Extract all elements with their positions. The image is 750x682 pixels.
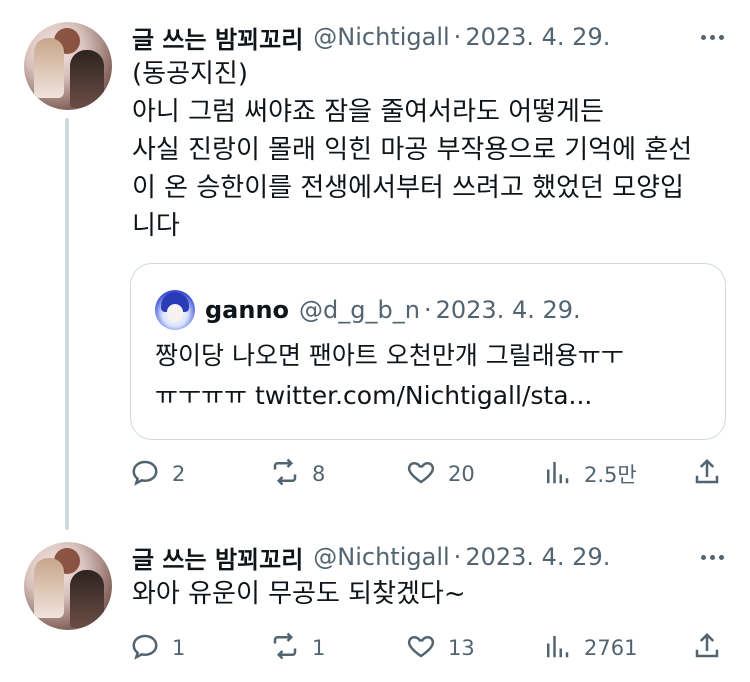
tweet-date[interactable]: 2023. 4. 29. <box>465 543 610 571</box>
retweet-count: 8 <box>312 462 326 486</box>
views-button[interactable]: 2.5만 <box>542 454 637 494</box>
heart-icon <box>406 457 436 492</box>
retweet-button[interactable]: 8 <box>270 454 325 494</box>
tweet-header: 글 쓰는 밤꾀꼬리 @Nichtigall · 2023. 4. 29. <box>132 17 730 57</box>
more-icon[interactable] <box>701 537 724 577</box>
author-name[interactable]: 글 쓰는 밤꾀꼬리 <box>132 20 303 55</box>
reply-icon <box>130 631 160 666</box>
quote-date: 2023. 4. 29. <box>435 296 581 324</box>
tweet[interactable]: 글 쓰는 밤꾀꼬리 @Nichtigall · 2023. 4. 29. 와아 … <box>0 520 750 682</box>
reply-button[interactable]: 2 <box>130 454 185 494</box>
views-count: 2761 <box>584 636 638 660</box>
avatar-art <box>70 50 104 108</box>
retweet-icon <box>270 457 300 492</box>
separator-dot: · <box>423 296 432 324</box>
thread-connector-line <box>65 118 69 530</box>
retweet-icon <box>270 631 300 666</box>
share-button[interactable] <box>692 628 722 668</box>
avatar-art <box>34 38 64 98</box>
reply-count: 1 <box>172 636 186 660</box>
avatar-art <box>70 570 104 628</box>
quote-text: 짱이당 나오면 팬아트 오천만개 그릴래용ㅠㅜ ㅠㅜㅠㅠ twitter.com… <box>155 341 624 410</box>
quote-author-name: ganno <box>205 296 290 324</box>
like-count: 20 <box>448 462 475 486</box>
separator-dot: · <box>453 23 462 51</box>
reply-icon <box>130 457 160 492</box>
quoted-tweet[interactable]: ganno @d_g_b_n · 2023. 4. 29. 짱이당 나오면 팬아… <box>130 263 726 440</box>
tweet-header: 글 쓰는 밤꾀꼬리 @Nichtigall · 2023. 4. 29. <box>132 537 730 577</box>
heart-icon <box>406 631 436 666</box>
share-button[interactable] <box>692 454 722 494</box>
views-icon <box>542 631 572 666</box>
share-icon <box>692 457 722 492</box>
avatar-art <box>34 558 64 618</box>
action-bar: 2 8 20 2.5만 <box>130 454 730 494</box>
more-icon[interactable] <box>701 17 724 57</box>
share-icon <box>692 631 722 666</box>
views-count: 2.5만 <box>584 463 637 487</box>
views-button[interactable]: 2761 <box>542 628 637 668</box>
retweet-count: 1 <box>312 636 326 660</box>
separator-dot: · <box>453 543 462 571</box>
like-count: 13 <box>448 636 475 660</box>
action-bar: 1 1 13 2761 <box>130 628 730 668</box>
tweet[interactable]: 글 쓰는 밤꾀꼬리 @Nichtigall · 2023. 4. 29. (동공… <box>0 0 750 530</box>
like-button[interactable]: 20 <box>406 454 475 494</box>
tweet-date[interactable]: 2023. 4. 29. <box>465 23 610 51</box>
reply-button[interactable]: 1 <box>130 628 185 668</box>
like-button[interactable]: 13 <box>406 628 475 668</box>
tweet-text: (동공지진) 아니 그럼 써야죠 잠을 줄여서라도 어떻게든 사실 진랑이 몰래… <box>132 59 693 241</box>
quote-author-handle: @d_g_b_n <box>299 296 420 324</box>
retweet-button[interactable]: 1 <box>270 628 325 668</box>
author-handle[interactable]: @Nichtigall <box>313 543 449 571</box>
tweet-text: 와아 유운이 무공도 되찾겠다~ <box>132 579 466 609</box>
author-avatar[interactable] <box>24 542 112 630</box>
quote-author-avatar <box>155 290 195 330</box>
reply-count: 2 <box>172 462 186 486</box>
author-name[interactable]: 글 쓰는 밤꾀꼬리 <box>132 540 303 575</box>
views-icon <box>542 457 572 492</box>
author-handle[interactable]: @Nichtigall <box>313 23 449 51</box>
quote-header: ganno @d_g_b_n · 2023. 4. 29. <box>155 290 581 330</box>
author-avatar[interactable] <box>24 22 112 110</box>
